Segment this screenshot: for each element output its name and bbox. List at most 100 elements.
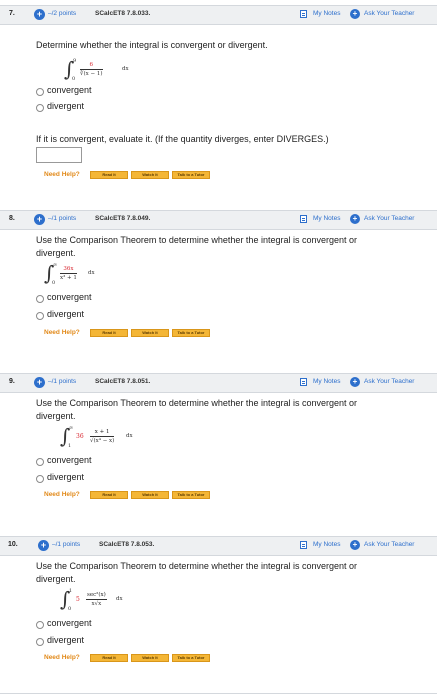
question-id: SCalcET8 7.8.033. bbox=[95, 10, 151, 17]
my-notes-link[interactable]: My Notes bbox=[313, 10, 340, 17]
integrand-fraction: x + 1 √(x⁴ − x) bbox=[90, 428, 115, 445]
expand-plus-icon[interactable]: + bbox=[34, 377, 45, 388]
question-number: 9. bbox=[9, 378, 15, 385]
ask-teacher-plus-icon[interactable]: + bbox=[350, 540, 360, 550]
question-prompt: Use the Comparison Theorem to determine … bbox=[36, 234, 357, 260]
integrand-denominator: √(x⁴ − x) bbox=[90, 438, 115, 444]
integrand-numerator: x + 1 bbox=[90, 428, 115, 437]
ask-teacher-link[interactable]: Ask Your Teacher bbox=[364, 10, 414, 17]
option-label: divergent bbox=[47, 472, 85, 482]
radio-button[interactable] bbox=[36, 475, 44, 483]
question-body: Use the Comparison Theorem to determine … bbox=[36, 560, 429, 660]
ask-teacher-plus-icon[interactable]: + bbox=[350, 377, 360, 387]
points-label: –/1 points bbox=[48, 378, 77, 385]
answer-input[interactable] bbox=[36, 147, 82, 163]
prompt-line-2: divergent. bbox=[36, 411, 76, 421]
points-label: –/2 points bbox=[48, 10, 77, 17]
integrand-fraction: sec²(x) x√x bbox=[86, 591, 107, 608]
integral-upper-limit: ∞ bbox=[69, 425, 74, 431]
question-header: 10. + –/1 points SCalcET8 7.8.053. My No… bbox=[0, 536, 437, 556]
integrand-numerator: 6 bbox=[80, 61, 103, 70]
need-help-label: Need Help? bbox=[44, 171, 80, 178]
question-header: 9. + –/1 points SCalcET8 7.8.051. My Not… bbox=[0, 373, 437, 393]
my-notes-link[interactable]: My Notes bbox=[313, 378, 340, 385]
differential: dx bbox=[88, 270, 95, 276]
ask-teacher-plus-icon[interactable]: + bbox=[350, 214, 360, 224]
watch-it-button[interactable]: Watch It bbox=[131, 654, 169, 662]
followup-prompt: If it is convergent, evaluate it. (If th… bbox=[36, 134, 329, 144]
question-id: SCalcET8 7.8.053. bbox=[99, 541, 155, 548]
integrand-denominator: x³ + 1 bbox=[60, 275, 77, 281]
radio-button[interactable] bbox=[36, 458, 44, 466]
watch-it-button[interactable]: Watch It bbox=[131, 329, 169, 337]
integral-lower-limit: 0 bbox=[72, 76, 76, 82]
prompt-line-2: divergent. bbox=[36, 248, 76, 258]
my-notes-link[interactable]: My Notes bbox=[313, 215, 340, 222]
prompt-line-2: divergent. bbox=[36, 574, 76, 584]
integral-expression: ∫ 9 0 6 ∛(x − 1) dx bbox=[64, 58, 144, 84]
expand-plus-icon[interactable]: + bbox=[38, 540, 49, 551]
notes-icon[interactable] bbox=[300, 378, 307, 386]
option-label: convergent bbox=[47, 292, 92, 302]
expand-plus-icon[interactable]: + bbox=[34, 9, 45, 20]
radio-button[interactable] bbox=[36, 88, 44, 96]
differential: dx bbox=[126, 433, 133, 439]
integral-expression: ∫ ∞ 1 36 x + 1 √(x⁴ − x) dx bbox=[60, 425, 160, 451]
read-it-button[interactable]: Read It bbox=[90, 654, 128, 662]
integrand-fraction: 36x x³ + 1 bbox=[60, 265, 77, 282]
ask-teacher-link[interactable]: Ask Your Teacher bbox=[364, 215, 414, 222]
need-help-label: Need Help? bbox=[44, 491, 80, 498]
notes-icon[interactable] bbox=[300, 541, 307, 549]
integrand-numerator: sec²(x) bbox=[86, 592, 107, 600]
question-header: 8. + –/1 points SCalcET8 7.8.049. My Not… bbox=[0, 210, 437, 230]
option-label: convergent bbox=[47, 455, 92, 465]
read-it-button[interactable]: Read It bbox=[90, 329, 128, 337]
integral-lower-limit: 1 bbox=[68, 443, 72, 449]
integral-lower-limit: 0 bbox=[52, 280, 56, 286]
watch-it-button[interactable]: Watch It bbox=[131, 171, 169, 179]
read-it-button[interactable]: Read It bbox=[90, 491, 128, 499]
read-it-button[interactable]: Read It bbox=[90, 171, 128, 179]
integral-lower-limit: 0 bbox=[68, 606, 72, 612]
radio-button[interactable] bbox=[36, 638, 44, 646]
prompt-line-1: Use the Comparison Theorem to determine … bbox=[36, 561, 357, 571]
ask-teacher-plus-icon[interactable]: + bbox=[350, 9, 360, 19]
radio-button[interactable] bbox=[36, 621, 44, 629]
talk-to-tutor-button[interactable]: Talk to a Tutor bbox=[172, 171, 210, 179]
points-label: –/1 points bbox=[52, 541, 81, 548]
ask-teacher-link[interactable]: Ask Your Teacher bbox=[364, 541, 414, 548]
option-label: divergent bbox=[47, 101, 85, 111]
question-8: 8. + –/1 points SCalcET8 7.8.049. My Not… bbox=[0, 210, 437, 340]
talk-to-tutor-button[interactable]: Talk to a Tutor bbox=[172, 491, 210, 499]
integral-upper-limit: 9 bbox=[73, 58, 77, 64]
talk-to-tutor-button[interactable]: Talk to a Tutor bbox=[172, 654, 210, 662]
question-body: Determine whether the integral is conver… bbox=[36, 39, 429, 169]
prompt-line-1: Use the Comparison Theorem to determine … bbox=[36, 235, 357, 245]
question-prompt: Determine whether the integral is conver… bbox=[36, 40, 268, 50]
question-9: 9. + –/1 points SCalcET8 7.8.051. My Not… bbox=[0, 373, 437, 508]
watch-it-button[interactable]: Watch It bbox=[131, 491, 169, 499]
expand-plus-icon[interactable]: + bbox=[34, 214, 45, 225]
need-help-row: Need Help? Read It Watch It Talk to a Tu… bbox=[44, 328, 244, 340]
radio-button[interactable] bbox=[36, 312, 44, 320]
integrand-denominator: ∛(x − 1) bbox=[80, 71, 103, 77]
need-help-row: Need Help? Read It Watch It Talk to a Tu… bbox=[44, 170, 244, 182]
question-number: 10. bbox=[8, 541, 18, 548]
question-id: SCalcET8 7.8.049. bbox=[95, 215, 151, 222]
need-help-label: Need Help? bbox=[44, 329, 80, 336]
question-id: SCalcET8 7.8.051. bbox=[95, 378, 151, 385]
page-bottom-divider bbox=[0, 693, 437, 694]
question-body: Use the Comparison Theorem to determine … bbox=[36, 234, 429, 334]
radio-button[interactable] bbox=[36, 295, 44, 303]
notes-icon[interactable] bbox=[300, 10, 307, 18]
notes-icon[interactable] bbox=[300, 215, 307, 223]
radio-button[interactable] bbox=[36, 104, 44, 112]
integrand-coefficient: 5 bbox=[76, 596, 80, 603]
points-label: –/1 points bbox=[48, 215, 77, 222]
my-notes-link[interactable]: My Notes bbox=[313, 541, 340, 548]
option-label: divergent bbox=[47, 635, 85, 645]
ask-teacher-link[interactable]: Ask Your Teacher bbox=[364, 378, 414, 385]
talk-to-tutor-button[interactable]: Talk to a Tutor bbox=[172, 329, 210, 337]
integrand-coefficient: 36 bbox=[76, 433, 84, 440]
question-number: 7. bbox=[9, 10, 15, 17]
